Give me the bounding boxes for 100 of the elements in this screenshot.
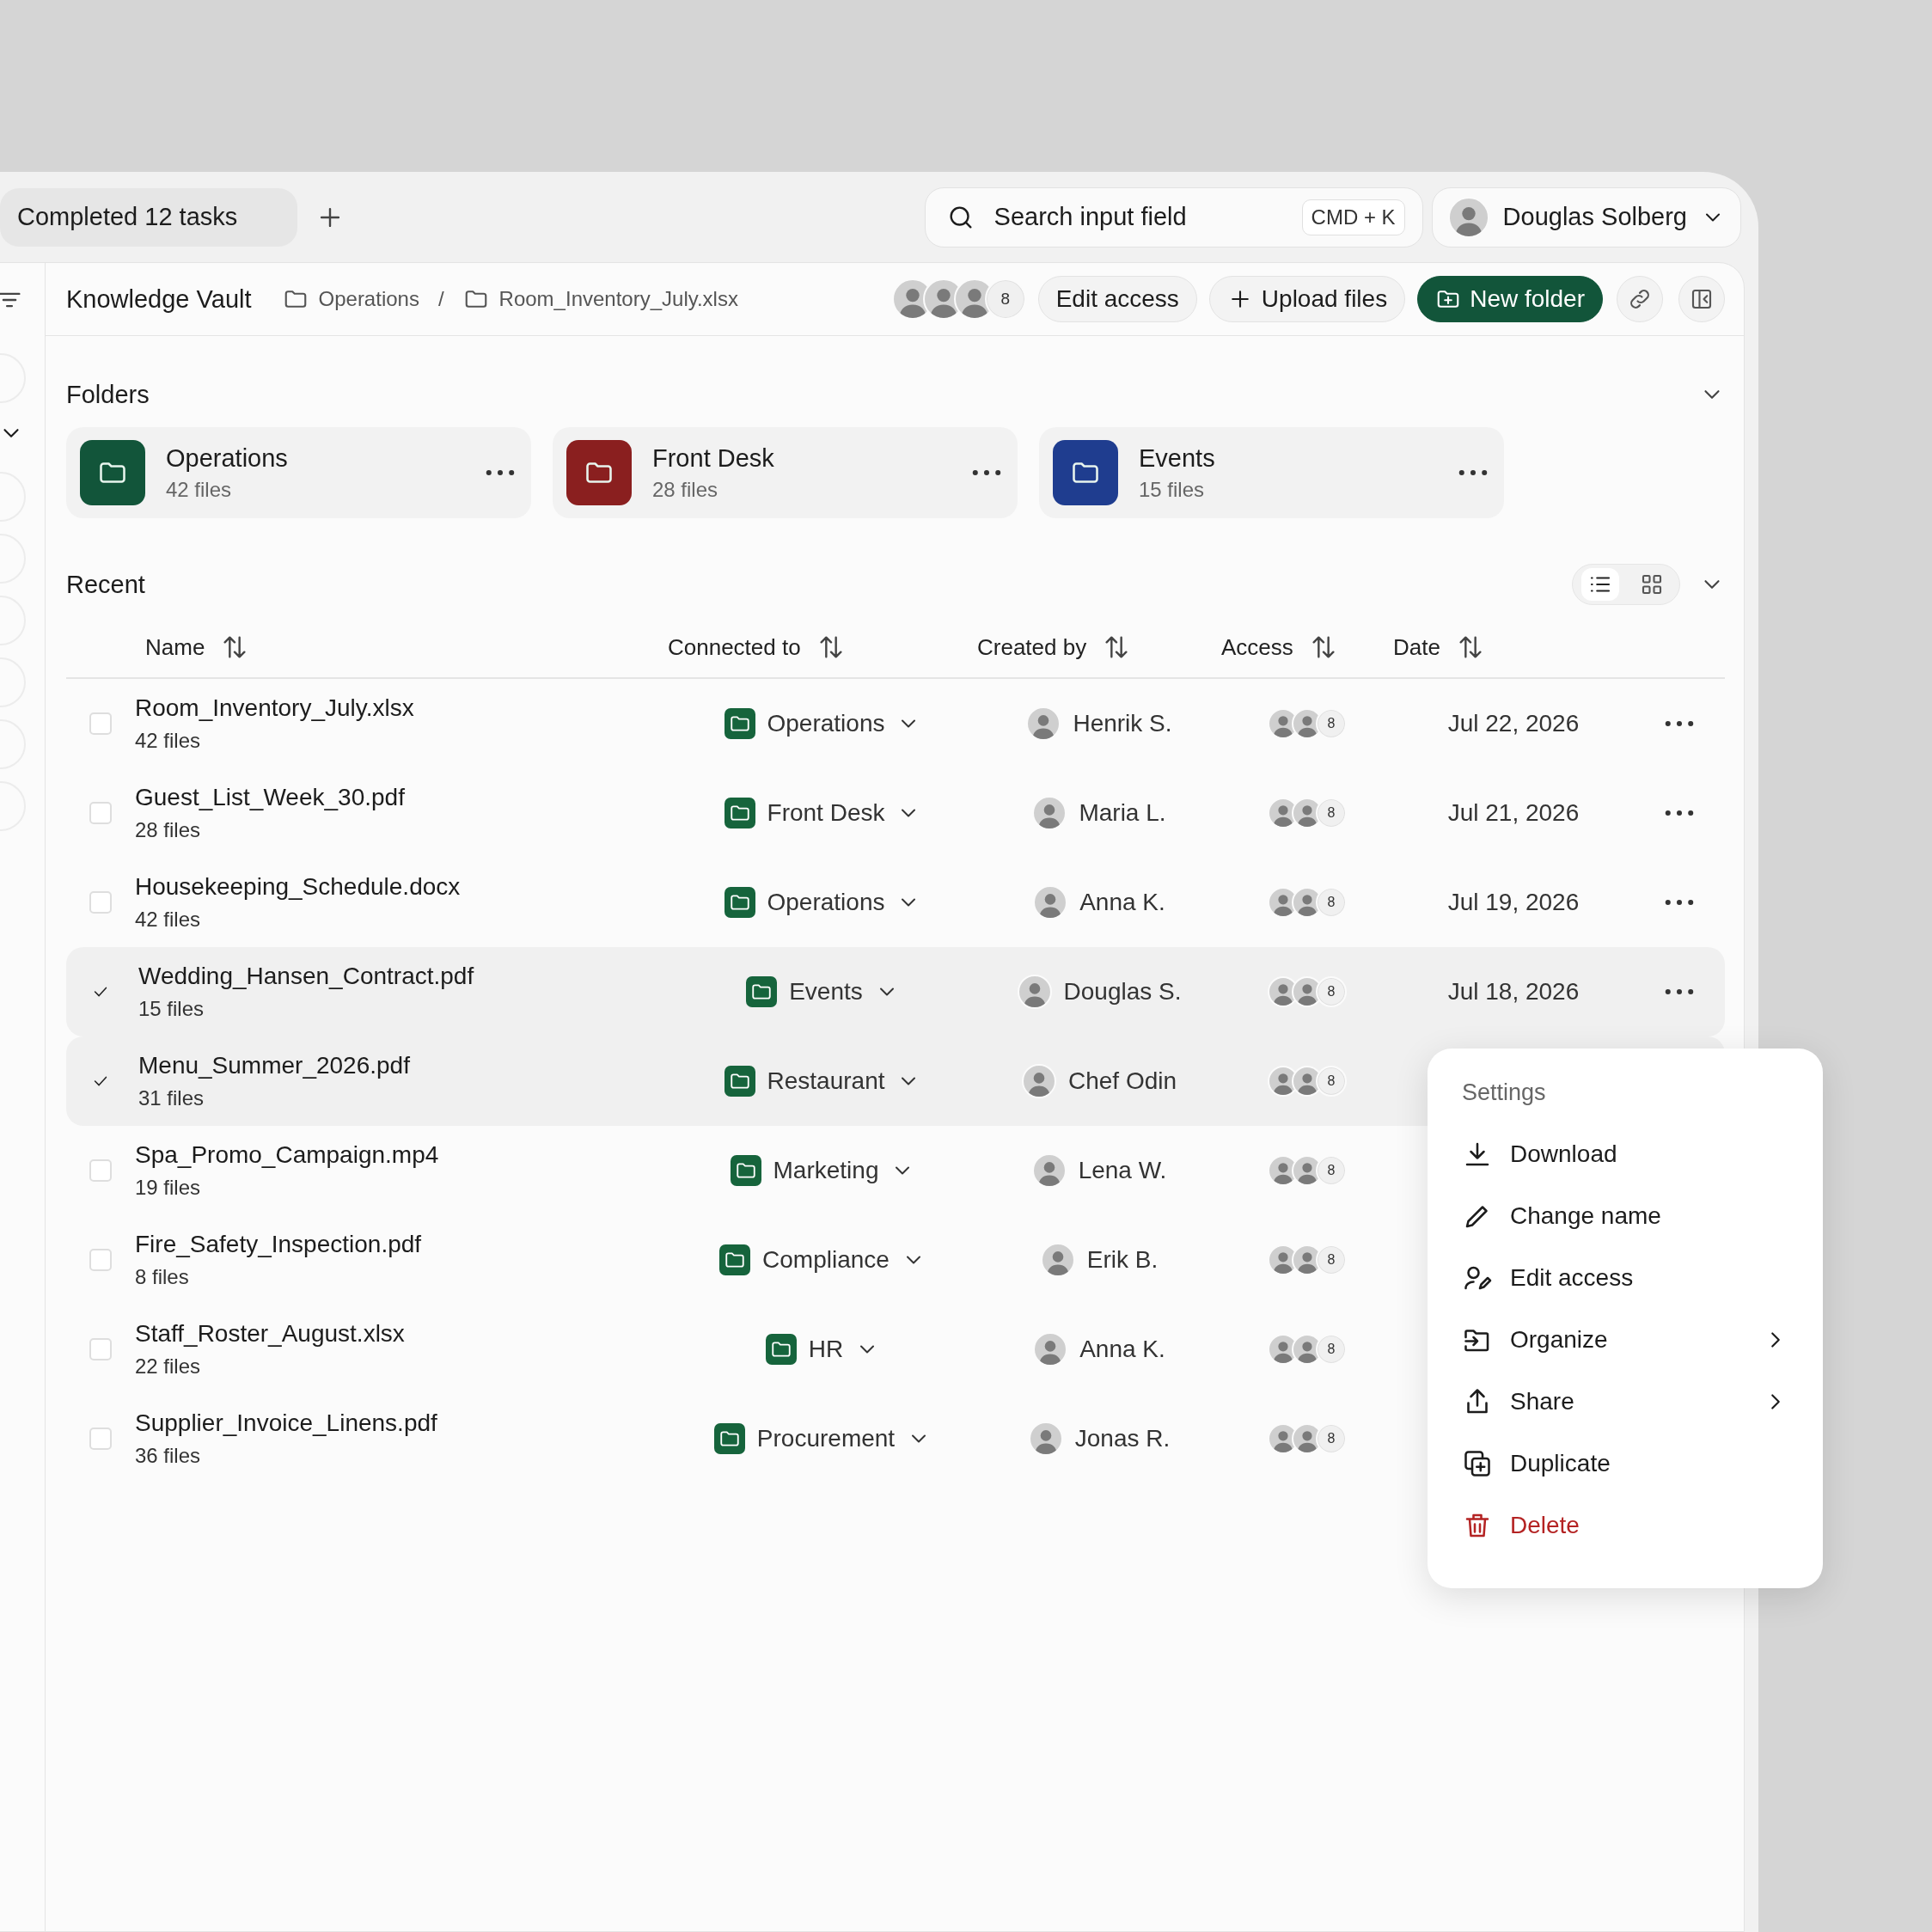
file-count: 42 files	[166, 477, 233, 502]
page-title: Knowledge Vault	[66, 284, 252, 314]
date-text: Jul 22, 2026	[1447, 710, 1580, 737]
file-name: Room_Inventory_July.xlsx	[135, 694, 415, 722]
connected-folder-dropdown[interactable]: Compliance	[719, 1244, 926, 1275]
folder-card[interactable]: Events 15 files	[1039, 427, 1504, 518]
list-view-button[interactable]	[1581, 568, 1619, 601]
upload-files-button[interactable]: Upload files	[1208, 276, 1406, 322]
column-header[interactable]: Date	[1393, 633, 1440, 661]
member-count: 8	[1316, 1066, 1347, 1097]
member-count: 8	[1316, 887, 1347, 918]
file-name: Wedding_Hansen_Contract.pdf	[138, 963, 475, 990]
folder-name: Events	[1139, 443, 1216, 473]
breadcrumb-link[interactable]: Room_Inventory_July.xlsx	[498, 287, 738, 311]
creator-name: Henrik S.	[1073, 710, 1172, 737]
breadcrumb-separator: /	[437, 287, 444, 311]
file-count: 28 files	[135, 818, 202, 842]
folder-card[interactable]: Operations 42 files	[66, 427, 531, 518]
column-header[interactable]: Created by	[977, 633, 1087, 661]
more-icon	[1665, 810, 1694, 816]
connected-folder-dropdown[interactable]: Front Desk	[724, 798, 921, 828]
user-menu-button[interactable]: Douglas Solberg	[1431, 186, 1741, 248]
edit-access-button[interactable]: Edit access	[1037, 276, 1197, 322]
checkbox[interactable]	[89, 1249, 112, 1271]
file-count: 42 files	[135, 908, 202, 932]
member-count: 8	[1316, 708, 1347, 739]
member-count: 8	[1316, 1334, 1347, 1365]
more-icon	[1665, 988, 1694, 995]
avatar	[1017, 975, 1052, 1009]
creator-name: Lena W.	[1078, 1157, 1167, 1184]
shortcut-hint: CMD + K	[1301, 199, 1405, 235]
file-name: Spa_Promo_Campaign.mp4	[135, 1141, 440, 1169]
member-count: 8	[984, 278, 1026, 320]
creator-name: Anna K.	[1079, 889, 1165, 916]
menu-item[interactable]: Change name	[1462, 1185, 1788, 1247]
checkbox[interactable]	[89, 802, 112, 824]
connected-folder-dropdown[interactable]: HR	[765, 1334, 880, 1365]
search-bar[interactable]: Search input field CMD + K	[924, 186, 1423, 248]
new-folder-button[interactable]: New folder	[1417, 276, 1603, 322]
menu-item[interactable]: Edit access	[1462, 1247, 1788, 1309]
connected-folder-dropdown[interactable]: Operations	[724, 708, 921, 739]
section-title: Recent	[66, 570, 145, 599]
file-count: 19 files	[135, 1176, 202, 1200]
creator-name: Anna K.	[1079, 1336, 1165, 1363]
connected-folder-dropdown[interactable]: Restaurant	[724, 1066, 921, 1097]
more-icon	[486, 469, 515, 476]
file-count: 22 files	[135, 1354, 202, 1379]
creator-name: Maria L.	[1079, 799, 1166, 827]
file-count: 36 files	[135, 1444, 202, 1468]
checkbox[interactable]	[89, 712, 112, 735]
menu-item[interactable]: Organize	[1462, 1309, 1788, 1371]
member-count: 8	[1316, 976, 1347, 1007]
creator-name: Chef Odin	[1067, 1067, 1177, 1095]
file-count: 42 files	[135, 729, 202, 753]
connected-folder-dropdown[interactable]: Procurement	[713, 1423, 932, 1454]
menu-item[interactable]: Share	[1462, 1371, 1788, 1433]
tab[interactable]: Completed 12 tasks	[0, 187, 298, 247]
member-count: 8	[1316, 1423, 1347, 1454]
file-name: Guest_List_Week_30.pdf	[135, 784, 406, 811]
date-text: Jul 21, 2026	[1447, 799, 1580, 827]
more-icon	[972, 469, 1001, 476]
column-header[interactable]: Connected to	[668, 633, 801, 661]
checkbox[interactable]	[89, 1428, 112, 1450]
column-header[interactable]: Access	[1221, 633, 1293, 661]
breadcrumb-link[interactable]: Operations	[318, 287, 419, 311]
menu-item[interactable]: Duplicate	[1462, 1433, 1788, 1495]
section-title: Folders	[66, 380, 150, 409]
more-icon	[1665, 720, 1694, 727]
file-count: 15 files	[1139, 477, 1206, 502]
file-name: Staff_Roster_August.xlsx	[135, 1320, 406, 1348]
toggle-panel-button[interactable]	[1678, 276, 1725, 322]
date-text: Jul 19, 2026	[1447, 889, 1580, 916]
connected-folder-dropdown[interactable]: Operations	[724, 887, 921, 918]
member-count: 8	[1316, 798, 1347, 828]
avatar	[1021, 1064, 1056, 1098]
more-icon	[1665, 899, 1694, 906]
folder-card[interactable]: Front Desk 28 files	[553, 427, 1018, 518]
menu-item[interactable]: Download	[1462, 1123, 1788, 1185]
date-text: Jul 18, 2026	[1447, 978, 1580, 1006]
more-icon	[1458, 469, 1488, 476]
member-count: 8	[1316, 1244, 1347, 1275]
connected-folder-dropdown[interactable]: Events	[746, 976, 899, 1007]
duplicate-icon	[1462, 1448, 1493, 1479]
connected-folder-dropdown[interactable]: Marketing	[730, 1155, 915, 1186]
file-count: 15 files	[138, 997, 205, 1021]
checkbox[interactable]	[89, 891, 112, 914]
creator-name: Douglas S.	[1063, 978, 1182, 1006]
file-name: Fire_Safety_Inspection.pdf	[135, 1231, 423, 1258]
folder-name: Operations	[166, 443, 289, 473]
search-field[interactable]: Search input field	[992, 202, 1285, 232]
menu-item[interactable]: Delete	[1462, 1495, 1788, 1556]
file-count: 31 files	[138, 1086, 205, 1110]
member-count: 8	[1316, 1155, 1347, 1186]
copy-link-button[interactable]	[1617, 276, 1663, 322]
folder-name: Front Desk	[652, 443, 775, 473]
checkbox[interactable]	[89, 1159, 112, 1182]
creator-name: Erik B.	[1086, 1246, 1159, 1274]
column-header[interactable]: Name	[145, 633, 205, 661]
checkbox[interactable]	[89, 1338, 112, 1360]
menu-title: Settings	[1462, 1079, 1547, 1106]
